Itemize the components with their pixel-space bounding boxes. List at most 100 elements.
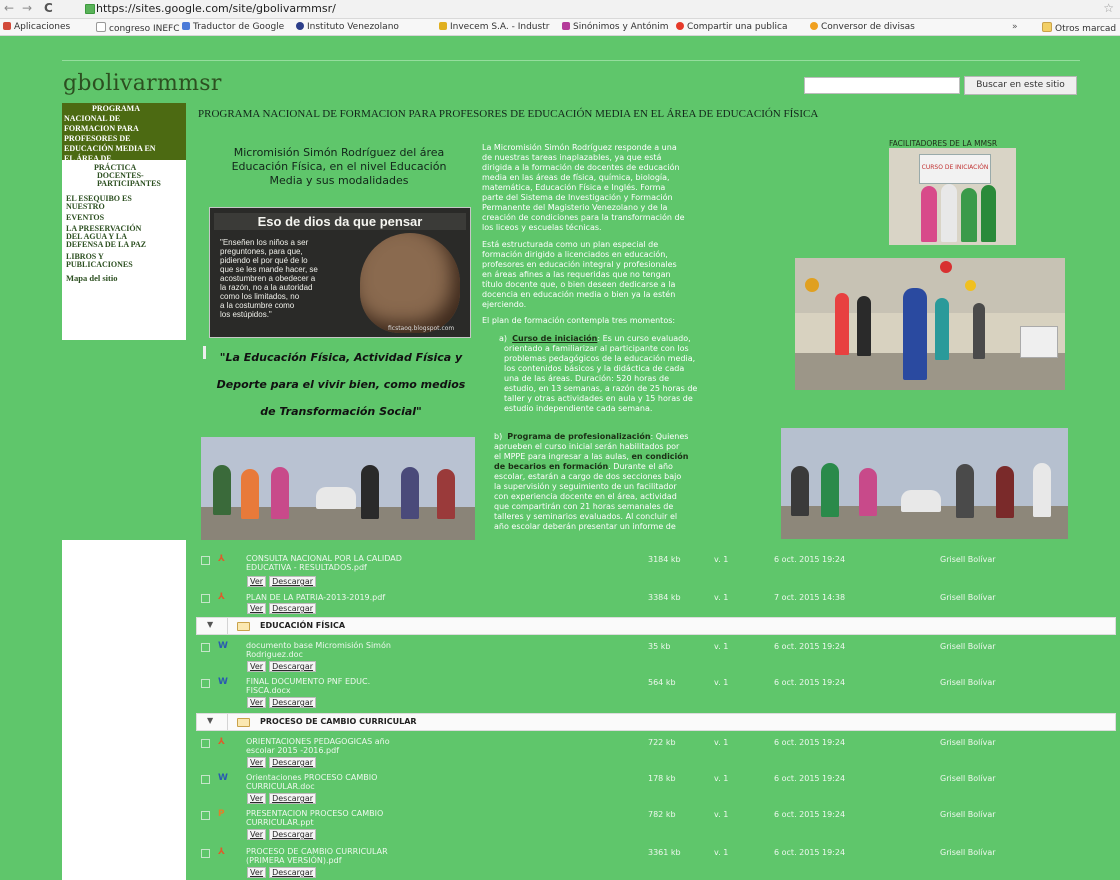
forward-icon[interactable]: → bbox=[22, 1, 32, 15]
file-name[interactable]: PLAN DE LA PATRIA-2013-2019.pdf bbox=[246, 593, 446, 602]
row-checkbox[interactable] bbox=[201, 811, 210, 820]
view-link[interactable]: Ver bbox=[247, 757, 267, 768]
file-version[interactable]: v. 1 bbox=[714, 848, 728, 857]
download-link[interactable]: Descargar bbox=[269, 829, 317, 840]
person bbox=[213, 465, 231, 515]
sidebar-item-esequibo[interactable]: EL ESEQUIBO ES NUESTRO bbox=[66, 195, 132, 211]
row-checkbox[interactable] bbox=[201, 775, 210, 784]
sidebar-item-eventos[interactable]: EVENTOS bbox=[66, 214, 104, 222]
download-link[interactable]: Descargar bbox=[269, 661, 317, 672]
person bbox=[859, 468, 877, 516]
folder-educacion-fisica[interactable]: ▼ EDUCACIÓN FÍSICA bbox=[196, 617, 1116, 635]
row-checkbox[interactable] bbox=[201, 739, 210, 748]
download-link[interactable]: Descargar bbox=[269, 793, 317, 804]
sidebar-item-mapa[interactable]: Mapa del sitio bbox=[66, 273, 118, 283]
file-version[interactable]: v. 1 bbox=[714, 774, 728, 783]
download-link[interactable]: Descargar bbox=[269, 697, 317, 708]
pdf-icon: ⅄ bbox=[218, 554, 225, 564]
view-link[interactable]: Ver bbox=[247, 661, 267, 672]
file-name[interactable]: documento base Micromisión Simón Rodrigu… bbox=[246, 641, 446, 659]
download-link[interactable]: Descargar bbox=[269, 576, 317, 587]
view-link[interactable]: Ver bbox=[247, 793, 267, 804]
row-checkbox[interactable] bbox=[201, 643, 210, 652]
row-checkbox[interactable] bbox=[201, 849, 210, 858]
bookmark-sinonimos[interactable]: Sinónimos y Antónim bbox=[562, 22, 669, 32]
sidebar-item-preservacion[interactable]: LA PRESERVACIÓN DEL AGUA Y LA DEFENSA DE… bbox=[66, 225, 146, 249]
file-links: Ver Descargar bbox=[247, 661, 319, 672]
text-line: profesores en educación integral y profe… bbox=[482, 260, 677, 269]
view-link[interactable]: Ver bbox=[247, 829, 267, 840]
file-name-line: Rodriguez.doc bbox=[246, 650, 303, 659]
bookmarks-bar: Aplicaciones congreso INEFC Traductor de… bbox=[0, 19, 1120, 36]
site-title[interactable]: gbolivarmmsr bbox=[63, 71, 222, 96]
motto-quote: "La Educación Física, Actividad Física y… bbox=[203, 344, 479, 425]
bookmarks-overflow[interactable]: » bbox=[1012, 22, 1018, 32]
person bbox=[935, 298, 949, 360]
file-size: 3361 kb bbox=[648, 848, 681, 857]
row-checkbox[interactable] bbox=[201, 679, 210, 688]
bookmark-compartir[interactable]: Compartir una publica bbox=[676, 22, 787, 32]
back-icon[interactable]: ← bbox=[4, 1, 14, 15]
balloon bbox=[965, 280, 976, 291]
file-name[interactable]: PRESENTACION PROCESO CAMBIO CURRICULAR.p… bbox=[246, 809, 446, 827]
sidebar-item-label: NACIONAL DE bbox=[64, 114, 121, 123]
bookmark-congreso[interactable]: congreso INEFC bbox=[96, 22, 180, 34]
download-link[interactable]: Descargar bbox=[269, 757, 317, 768]
view-link[interactable]: Ver bbox=[247, 576, 267, 587]
portrait-quote: "Enseñen los niños a ser preguntones, pa… bbox=[220, 238, 350, 319]
sidebar-item-label: PROGRAMA bbox=[92, 104, 140, 113]
site-search-input[interactable] bbox=[804, 77, 960, 94]
file-version[interactable]: v. 1 bbox=[714, 678, 728, 687]
address-bar[interactable]: https://sites.google.com/site/gbolivarmm… bbox=[96, 2, 336, 15]
bookmark-traductor[interactable]: Traductor de Google bbox=[182, 22, 284, 32]
row-checkbox[interactable] bbox=[201, 594, 210, 603]
view-link[interactable]: Ver bbox=[247, 867, 267, 878]
download-link[interactable]: Descargar bbox=[269, 603, 317, 614]
floor bbox=[795, 353, 1065, 390]
banner-text: CURSO DE INICIACIÓN bbox=[921, 164, 989, 171]
file-name[interactable]: FINAL DOCUMENTO PNF EDUC. FISCA.docx bbox=[246, 677, 446, 695]
bookmark-instituto[interactable]: Instituto Venezolano bbox=[296, 22, 399, 32]
file-version[interactable]: v. 1 bbox=[714, 738, 728, 747]
file-name[interactable]: ORIENTACIONES PEDAGOGICAS año escolar 20… bbox=[246, 737, 446, 755]
file-size: 3184 kb bbox=[648, 555, 681, 564]
site-search-button[interactable]: Buscar en este sitio bbox=[964, 76, 1077, 95]
sidebar-item-label: Mapa del sitio bbox=[66, 273, 118, 283]
view-link[interactable]: Ver bbox=[247, 697, 267, 708]
quote-line: "Enseñen los niños a ser bbox=[220, 238, 309, 247]
table bbox=[901, 490, 941, 512]
file-name-line: ORIENTACIONES PEDAGOGICAS año bbox=[246, 737, 390, 746]
download-link[interactable]: Descargar bbox=[269, 867, 317, 878]
bookmark-apps[interactable]: Aplicaciones bbox=[3, 22, 70, 32]
bookmark-otros[interactable]: Otros marcad bbox=[1042, 22, 1116, 34]
file-name-line: FISCA.docx bbox=[246, 686, 291, 695]
bookmark-star-icon[interactable]: ☆ bbox=[1103, 1, 1114, 15]
file-name-line: CURRICULAR.doc bbox=[246, 782, 315, 791]
collapse-icon[interactable]: ▼ bbox=[207, 620, 213, 629]
file-name-line: FINAL DOCUMENTO PNF EDUC. bbox=[246, 677, 371, 686]
reload-icon[interactable]: C bbox=[44, 1, 53, 15]
text-line: matemática, Educación Física e Inglés. F… bbox=[482, 183, 666, 192]
file-author: Grisell Bolívar bbox=[940, 678, 996, 687]
view-link[interactable]: Ver bbox=[247, 603, 267, 614]
file-name-line: Orientaciones PROCESO CAMBIO bbox=[246, 773, 378, 782]
file-version[interactable]: v. 1 bbox=[714, 810, 728, 819]
sidebar-item-programa[interactable]: PROGRAMA NACIONAL DE FORMACION PARA PROF… bbox=[62, 103, 186, 173]
word-icon: W bbox=[218, 677, 228, 687]
file-version[interactable]: v. 1 bbox=[714, 642, 728, 651]
file-name[interactable]: CONSULTA NACIONAL POR LA CALIDAD EDUCATI… bbox=[246, 554, 446, 572]
folder-cambio-curricular[interactable]: ▼ PROCESO DE CAMBIO CURRICULAR bbox=[196, 713, 1116, 731]
row-checkbox[interactable] bbox=[201, 556, 210, 565]
bookmark-conversor[interactable]: Conversor de divisas bbox=[810, 22, 915, 32]
heading-line: Media y sus modalidades bbox=[269, 174, 409, 187]
sidebar-item-practica[interactable]: PRÁCTICA DOCENTES- PARTICIPANTES bbox=[94, 164, 161, 188]
bookmark-invecem[interactable]: Invecem S.A. - Industr bbox=[439, 22, 549, 32]
text-line: orientado a familiarizar al participante… bbox=[504, 344, 689, 353]
sidebar-item-libros[interactable]: LIBROS Y PUBLICACIONES bbox=[66, 253, 133, 269]
collapse-icon[interactable]: ▼ bbox=[207, 716, 213, 725]
file-name[interactable]: PROCESO DE CAMBIO CURRICULAR (PRIMERA VE… bbox=[246, 847, 446, 865]
file-version[interactable]: v. 1 bbox=[714, 593, 728, 602]
file-version[interactable]: v. 1 bbox=[714, 555, 728, 564]
file-name[interactable]: Orientaciones PROCESO CAMBIO CURRICULAR.… bbox=[246, 773, 446, 791]
text-line: docencia en educación media o bien ya la… bbox=[482, 290, 676, 299]
